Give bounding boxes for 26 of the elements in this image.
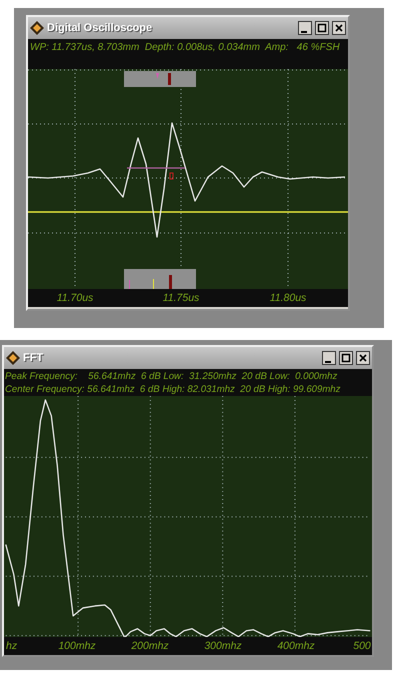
readout-text: Center Frequency: 56.641mhz 6 dB High: 82.031mhz 20 dB High: 99.609mhz xyxy=(5,382,342,396)
axis-label: 400mhz xyxy=(277,639,315,654)
readout-text: WP: 11.737us, 8.703mm Depth: 0.008us, 0.034mm Amp: 46 %FSH xyxy=(28,39,348,69)
window-title: FFT xyxy=(23,350,44,366)
axis-label: 200mhz xyxy=(131,639,169,654)
axis-label: 100mhz xyxy=(58,639,96,654)
close-icon[interactable] xyxy=(356,350,370,365)
axis-label: hz xyxy=(6,639,18,654)
axis-label: 500 xyxy=(353,639,371,654)
app-icon xyxy=(6,350,20,365)
minimize-icon[interactable] xyxy=(298,21,312,35)
close-icon[interactable] xyxy=(332,21,346,35)
gate-slider-drawing[interactable] xyxy=(124,71,196,87)
maximize-icon[interactable] xyxy=(339,350,353,365)
window-title: Digital Oscilloscope xyxy=(47,20,154,36)
minimize-icon[interactable] xyxy=(322,350,336,365)
gate-line xyxy=(127,167,185,169)
app-icon xyxy=(30,21,44,35)
maximize-icon[interactable] xyxy=(315,21,329,35)
axis-label: 11.70us xyxy=(56,291,94,306)
marker-icon xyxy=(170,172,174,180)
axis-label: 11.80us xyxy=(270,291,306,306)
axis-label: 11.75us xyxy=(162,291,200,306)
gate-slider-drawing[interactable] xyxy=(124,269,196,289)
readout-text: Peak Frequency: 56.641mhz 6 dB Low: 31.250mhz 20 dB Low: 0.000mhz xyxy=(5,370,338,383)
axis-label: 300mhz xyxy=(204,639,242,654)
